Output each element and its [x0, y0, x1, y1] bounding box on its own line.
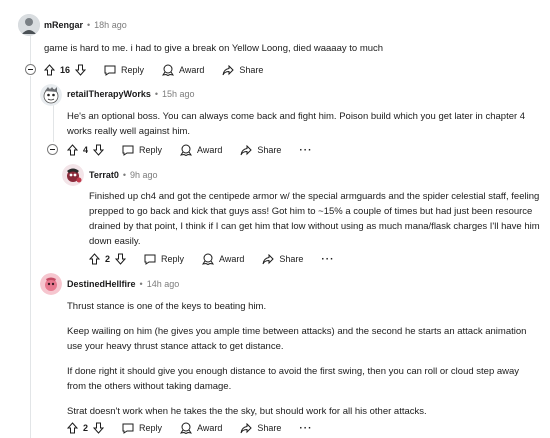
reply-icon — [104, 65, 116, 76]
avatar[interactable] — [40, 273, 62, 295]
downvote-icon[interactable] — [75, 64, 87, 76]
award-label: Award — [219, 254, 245, 264]
share-label: Share — [257, 423, 282, 433]
comment-paragraph: Strat doesn't work when he takes the the… — [67, 406, 427, 417]
reply-button[interactable]: Reply — [122, 145, 162, 156]
comment-body: game is hard to me. i had to give a brea… — [44, 41, 524, 56]
comment-paragraph: If done right it should give you enough … — [67, 366, 520, 392]
comment-author[interactable]: mRengar — [44, 20, 83, 30]
upvote-icon[interactable] — [44, 64, 55, 76]
vote-group: 4 — [67, 144, 105, 156]
share-icon — [240, 422, 253, 434]
thread-line — [30, 76, 31, 438]
award-icon — [202, 253, 215, 265]
reply-label: Reply — [121, 65, 145, 75]
avatar[interactable] — [62, 164, 84, 186]
award-button[interactable]: Award — [162, 64, 204, 76]
vote-group: 2 — [89, 253, 127, 265]
reply-label: Reply — [161, 254, 185, 264]
separator-dot: • — [139, 279, 143, 289]
award-icon — [180, 422, 193, 434]
thread-line — [30, 34, 31, 64]
separator-dot: • — [122, 170, 127, 180]
more-options-button[interactable]: ··· — [299, 423, 312, 434]
downvote-icon[interactable] — [93, 144, 105, 156]
thread-line — [53, 104, 54, 142]
avatar[interactable] — [40, 84, 62, 106]
comment-header: retailTherapyWorks • 15h ago — [67, 82, 195, 106]
comment-actions: 2 Reply Award Share ··· — [67, 420, 312, 436]
reply-icon — [122, 145, 134, 156]
comment-time[interactable]: 15h ago — [162, 89, 195, 99]
comment-actions: 2 Reply Award Share ··· — [89, 251, 334, 267]
comment-body: He's an optional boss. You can always co… — [67, 109, 537, 139]
vote-count: 16 — [60, 65, 71, 75]
reply-label: Reply — [139, 423, 163, 433]
avatar[interactable] — [18, 14, 40, 36]
comment-paragraph: Thrust stance is one of the keys to beat… — [67, 301, 267, 312]
reply-icon — [144, 254, 156, 265]
share-label: Share — [257, 145, 282, 155]
comment-header: mRengar • 18h ago — [44, 13, 127, 37]
separator-dot: • — [87, 20, 91, 30]
vote-group: 2 — [67, 422, 105, 434]
comment-time[interactable]: 18h ago — [94, 20, 127, 30]
comment-body: Finished up ch4 and got the centipede ar… — [89, 189, 541, 249]
award-label: Award — [197, 423, 223, 433]
reply-button[interactable]: Reply — [122, 423, 162, 434]
comment-time[interactable]: 9h ago — [130, 170, 158, 180]
comment-time[interactable]: 14h ago — [147, 279, 180, 289]
comment-paragraph: Finished up ch4 and got the centipede ar… — [89, 191, 540, 247]
award-button[interactable]: Award — [180, 422, 222, 434]
comment-author[interactable]: DestinedHellfire — [67, 279, 136, 289]
share-button[interactable]: Share — [262, 253, 304, 265]
reply-icon — [122, 423, 134, 434]
vote-count: 2 — [83, 423, 89, 433]
vote-count: 4 — [83, 145, 89, 155]
share-icon — [262, 253, 275, 265]
comment-header: Terrat0 • 9h ago — [89, 163, 158, 187]
more-options-button[interactable]: ··· — [299, 145, 312, 156]
comment-author[interactable]: retailTherapyWorks — [67, 89, 151, 99]
collapse-button[interactable] — [47, 144, 58, 155]
share-icon — [240, 144, 253, 156]
award-label: Award — [179, 65, 205, 75]
award-button[interactable]: Award — [180, 144, 222, 156]
downvote-icon[interactable] — [93, 422, 105, 434]
vote-count: 2 — [105, 254, 111, 264]
share-button[interactable]: Share — [240, 144, 282, 156]
share-icon — [222, 64, 235, 76]
reply-button[interactable]: Reply — [104, 65, 144, 76]
comment-header: DestinedHellfire • 14h ago — [67, 272, 179, 296]
comment-author[interactable]: Terrat0 — [89, 170, 119, 180]
collapse-button[interactable] — [25, 64, 36, 75]
award-label: Award — [197, 145, 223, 155]
comment-body: Thrust stance is one of the keys to beat… — [67, 299, 539, 419]
share-button[interactable]: Share — [240, 422, 282, 434]
share-label: Share — [279, 254, 304, 264]
share-button[interactable]: Share — [222, 64, 264, 76]
award-button[interactable]: Award — [202, 253, 244, 265]
upvote-icon[interactable] — [67, 144, 78, 156]
vote-group: 16 — [44, 64, 87, 76]
upvote-icon[interactable] — [89, 253, 100, 265]
comment-actions: 16 Reply Award Share — [44, 62, 263, 78]
downvote-icon[interactable] — [115, 253, 127, 265]
reply-label: Reply — [139, 145, 163, 155]
upvote-icon[interactable] — [67, 422, 78, 434]
more-options-button[interactable]: ··· — [321, 254, 334, 265]
comment-paragraph: He's an optional boss. You can always co… — [67, 111, 526, 137]
comment-paragraph: game is hard to me. i had to give a brea… — [44, 43, 384, 54]
separator-dot: • — [154, 89, 159, 99]
award-icon — [162, 64, 175, 76]
reply-button[interactable]: Reply — [144, 254, 184, 265]
award-icon — [180, 144, 193, 156]
comment-paragraph: Keep wailing on him (he gives you ample … — [67, 326, 527, 352]
comment-actions: 4 Reply Award Share ··· — [67, 142, 312, 158]
share-label: Share — [239, 65, 264, 75]
